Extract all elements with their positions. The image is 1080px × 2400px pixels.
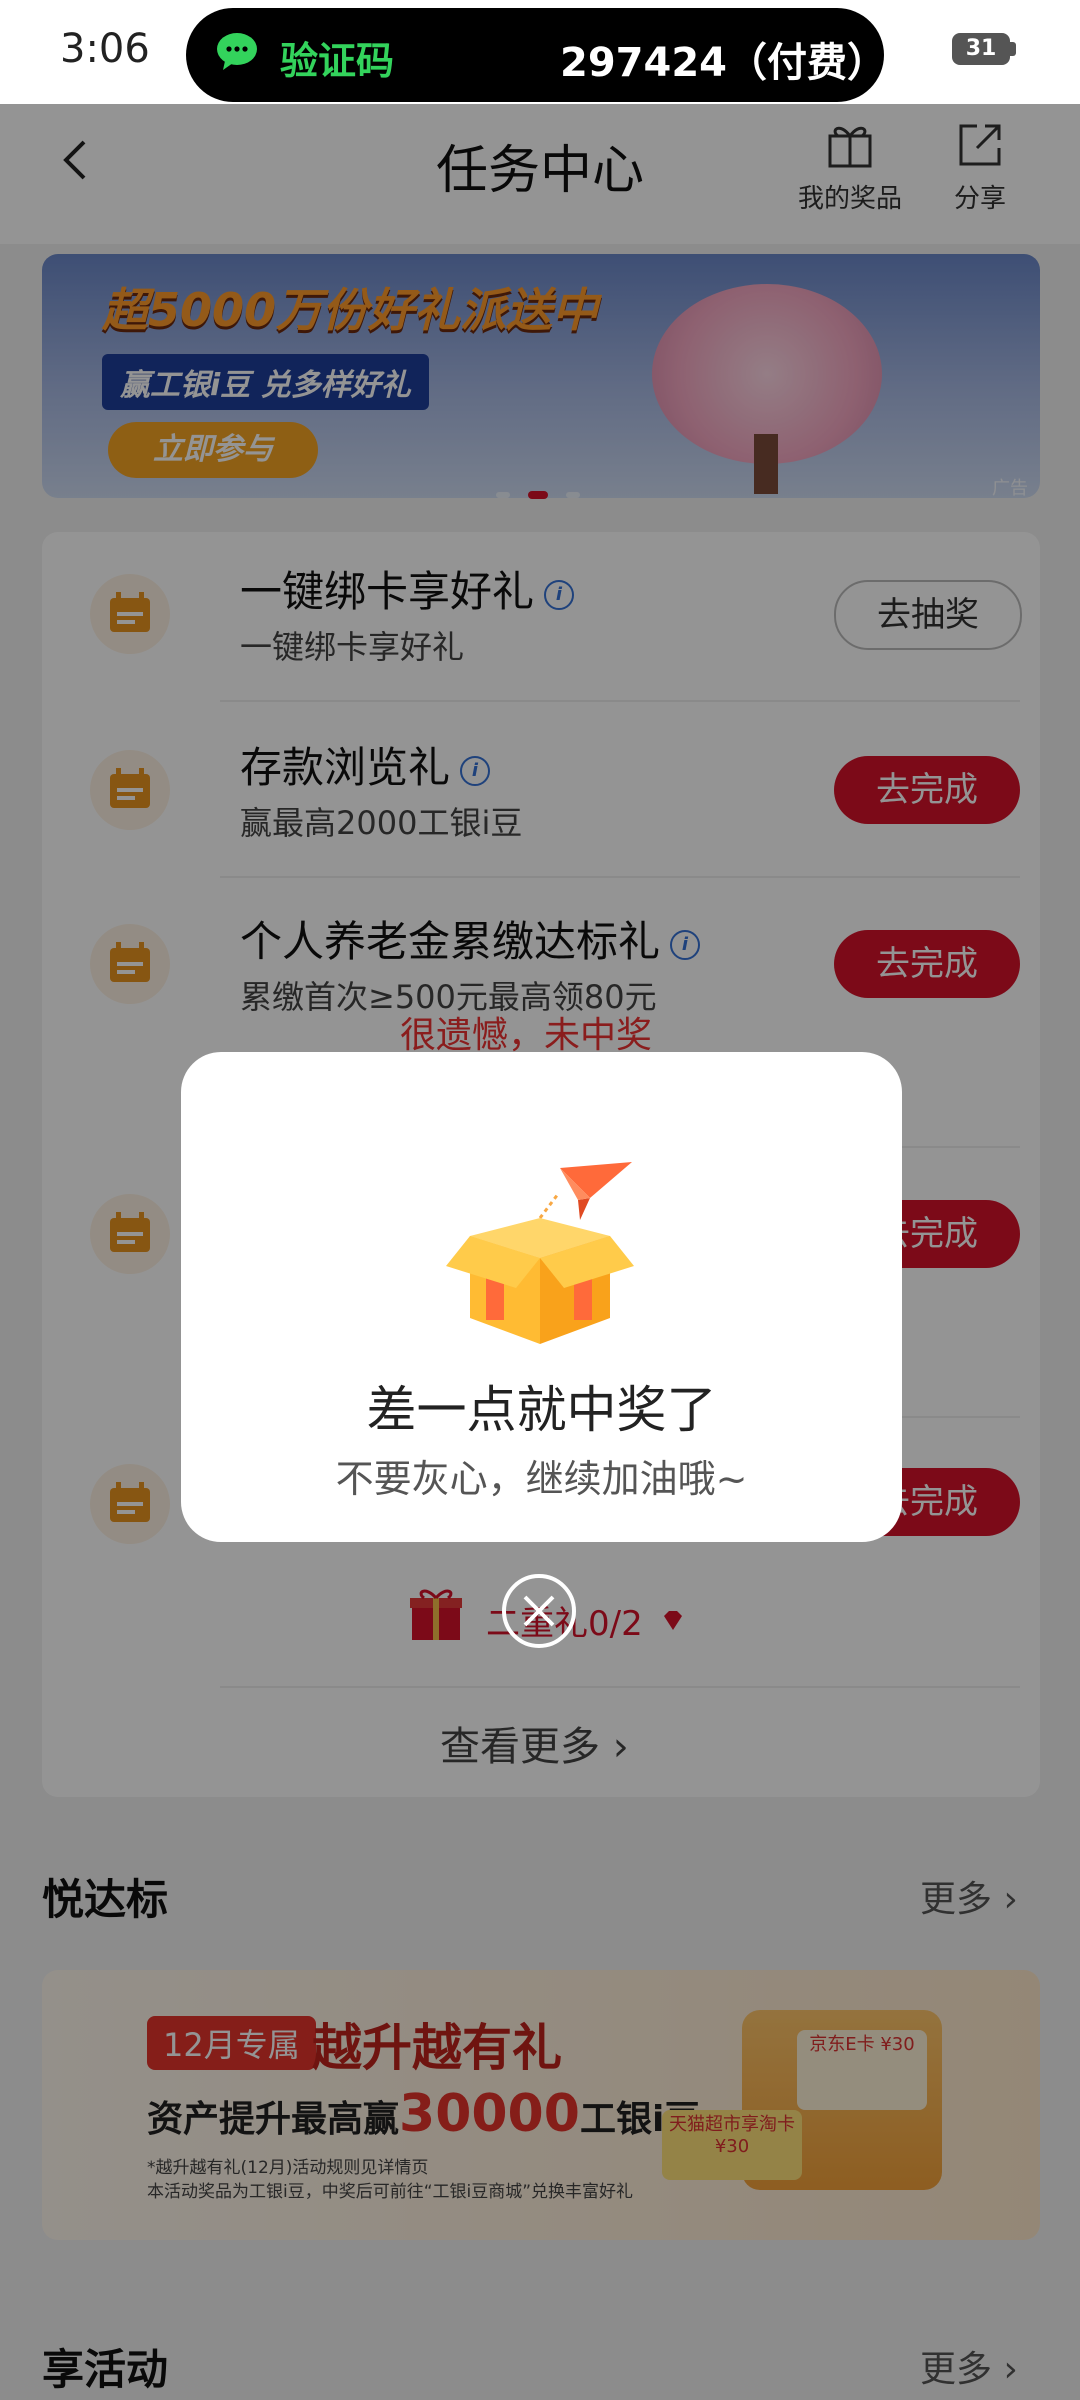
battery-level: 31: [965, 36, 997, 61]
open-gift-box-icon: [446, 1162, 634, 1344]
notification-code: 297424（付费）: [560, 40, 887, 86]
status-time: 3:06: [60, 26, 150, 72]
notification-app-name: 验证码: [280, 39, 395, 83]
close-button[interactable]: [502, 1574, 576, 1648]
close-icon: [523, 1595, 555, 1627]
dialog-subtitle: 不要灰心，继续加油哦~: [335, 1457, 748, 1501]
dialog-title: 差一点就中奖了: [366, 1381, 717, 1439]
battery-cap: [1010, 42, 1016, 56]
wechat-icon: [217, 33, 257, 70]
